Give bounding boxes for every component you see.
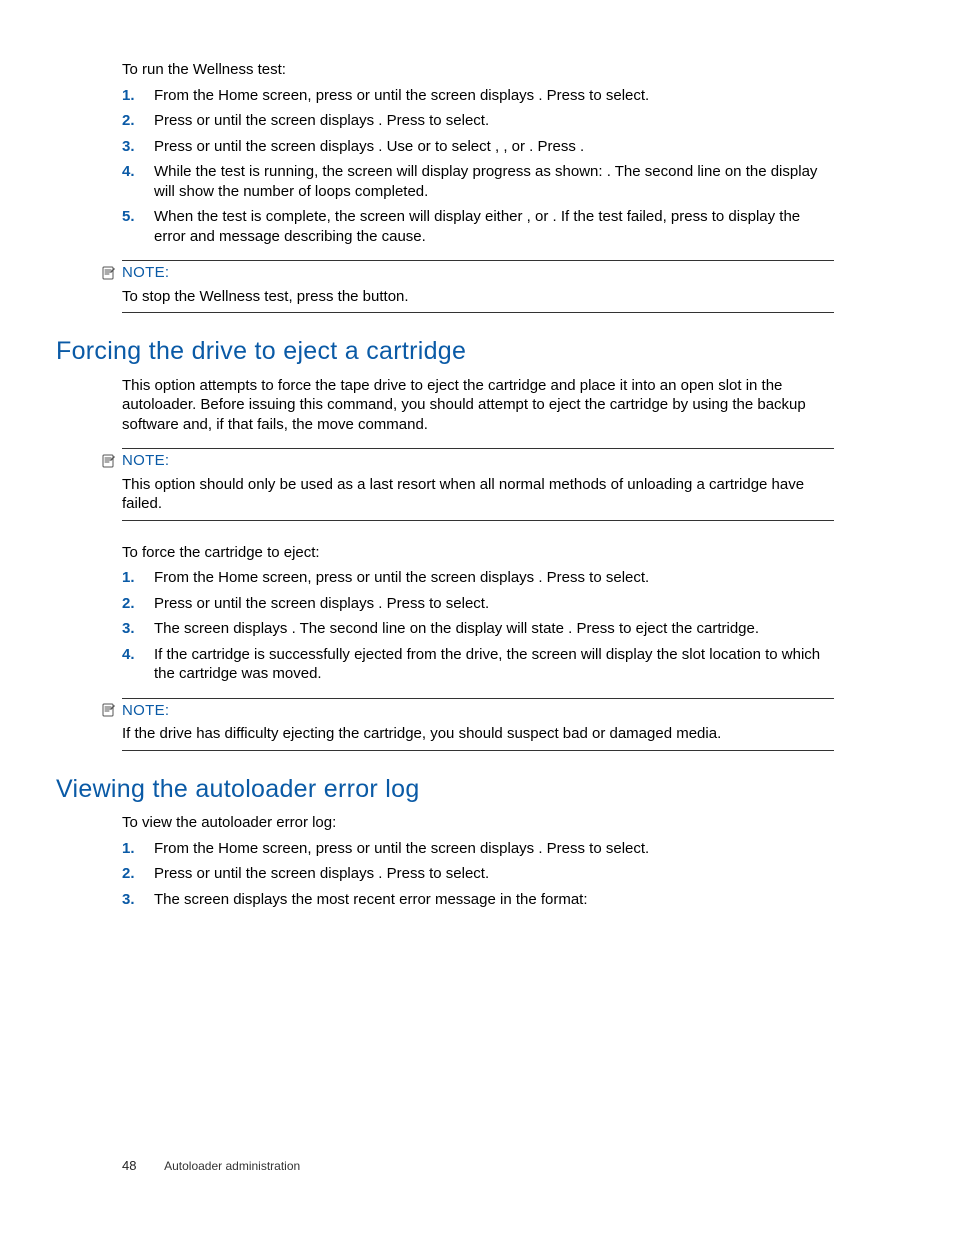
note-icon (100, 452, 118, 470)
note-block: NOTE: To stop the Wellness test, press t… (100, 260, 834, 313)
list-item: While the test is running, the screen wi… (122, 162, 834, 201)
note-block: NOTE: This option should only be used as… (100, 448, 834, 521)
section-heading-forcing-eject: Forcing the drive to eject a cartridge (56, 335, 834, 368)
note-header: NOTE: (100, 451, 834, 471)
forcing-body: This option attempts to force the tape d… (122, 376, 834, 435)
divider (122, 448, 834, 449)
errorlog-intro: To view the autoloader error log: (122, 813, 834, 833)
note-header: NOTE: (100, 263, 834, 283)
forcing-intro: To force the cartridge to eject: (122, 543, 834, 563)
divider (122, 698, 834, 699)
list-item: If the cartridge is successfully ejected… (122, 645, 834, 684)
note-label: NOTE: (122, 263, 169, 283)
forcing-steps: From the Home screen, press or until the… (122, 568, 834, 684)
list-item: Press or until the screen displays . Pre… (122, 594, 834, 614)
page-number: 48 (122, 1158, 136, 1173)
list-item: The screen displays . The second line on… (122, 619, 834, 639)
note-block: NOTE: If the drive has difficulty ejecti… (100, 698, 834, 751)
wellness-intro: To run the Wellness test: (122, 60, 834, 80)
document-page: To run the Wellness test: From the Home … (0, 0, 954, 1235)
note-header: NOTE: (100, 701, 834, 721)
list-item: From the Home screen, press or until the… (122, 86, 834, 106)
divider (122, 312, 834, 313)
note-icon (100, 701, 118, 719)
list-item: From the Home screen, press or until the… (122, 839, 834, 859)
chapter-title: Autoloader administration (164, 1159, 300, 1173)
divider (122, 750, 834, 751)
note-label: NOTE: (122, 701, 169, 721)
list-item: Press or until the screen displays . Use… (122, 137, 834, 157)
list-item: Press or until the screen displays . Pre… (122, 111, 834, 131)
note-body: To stop the Wellness test, press the but… (122, 287, 834, 307)
list-item: When the test is complete, the screen wi… (122, 207, 834, 246)
divider (122, 260, 834, 261)
list-item: From the Home screen, press or until the… (122, 568, 834, 588)
errorlog-steps: From the Home screen, press or until the… (122, 839, 834, 910)
note-label: NOTE: (122, 451, 169, 471)
list-item: The screen displays the most recent erro… (122, 890, 834, 910)
wellness-steps: From the Home screen, press or until the… (122, 86, 834, 247)
note-icon (100, 264, 118, 282)
page-footer: 48 Autoloader administration (122, 1158, 300, 1175)
note-body: If the drive has difficulty ejecting the… (122, 724, 834, 744)
section-heading-error-log: Viewing the autoloader error log (56, 773, 834, 806)
note-body: This option should only be used as a las… (122, 475, 834, 514)
list-item: Press or until the screen displays . Pre… (122, 864, 834, 884)
divider (122, 520, 834, 521)
